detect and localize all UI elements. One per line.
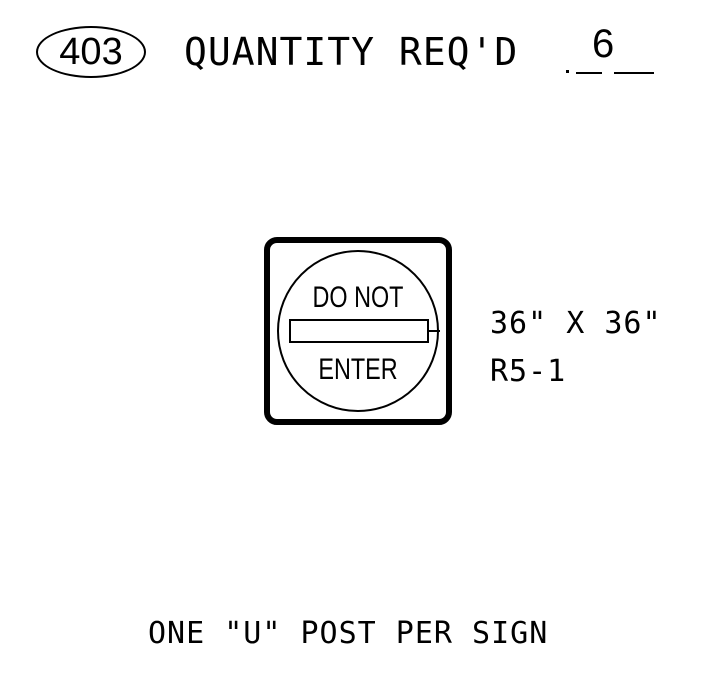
sign-bar: [289, 319, 429, 343]
quantity-underline-right: [614, 72, 654, 74]
sign-legend-top: DO NOT: [313, 280, 404, 313]
sign-size: 36" X 36": [490, 306, 662, 341]
sheet-number: 403: [59, 31, 123, 73]
quantity-label: QUANTITY REQ'D: [184, 30, 519, 74]
sign-legend-bottom: ENTER: [318, 352, 397, 385]
quantity-tick-mark: [566, 70, 569, 73]
quantity-value: 6: [592, 22, 615, 66]
sign-code: R5-1: [490, 354, 567, 389]
quantity-underline-left: [576, 72, 602, 74]
post-note: ONE "U" POST PER SIGN: [148, 616, 549, 651]
do-not-enter-sign: DO NOT ENTER: [264, 237, 452, 425]
